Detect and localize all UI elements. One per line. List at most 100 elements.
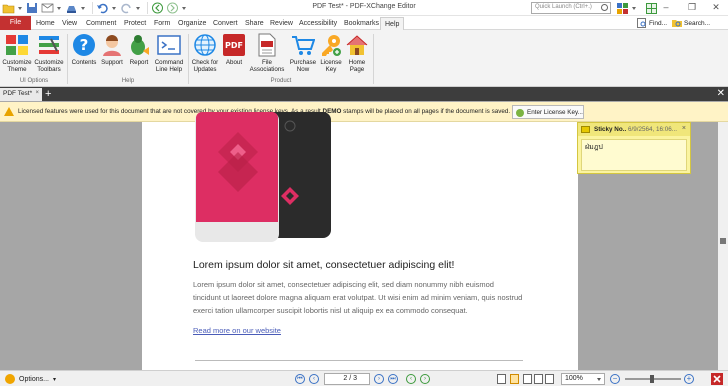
redo-icon[interactable] <box>120 2 133 14</box>
tab-protect[interactable]: Protect <box>124 17 146 30</box>
document-tab[interactable]: PDF Test* × <box>0 88 42 101</box>
facing-view-icon[interactable] <box>523 374 532 384</box>
help-contents-icon: ? <box>72 33 96 57</box>
sticky-note-close-icon[interactable]: × <box>682 125 686 132</box>
tab-comment[interactable]: Comment <box>86 17 116 30</box>
qat-customize-dropdown[interactable] <box>181 2 187 14</box>
sticky-note-popup[interactable]: Sticky No.. 6/9/2564, 16:06... × ฝ่มฎป <box>577 122 691 174</box>
scan-icon[interactable] <box>65 2 78 14</box>
quick-launch-input[interactable]: Quick Launch (Ctrl+.) <box>531 2 611 14</box>
command-line-help-button[interactable]: Command Line Help <box>153 33 185 73</box>
check-for-updates-button[interactable]: Check for Updates <box>190 33 220 73</box>
about-button[interactable]: PDF About <box>221 33 247 66</box>
tab-view[interactable]: View <box>62 17 77 30</box>
previous-view-button[interactable]: ‹ <box>406 374 416 384</box>
forward-icon[interactable] <box>166 2 179 14</box>
zoom-in-button[interactable]: + <box>684 374 694 384</box>
title-bar-tools <box>617 2 660 14</box>
report-label: Report <box>129 59 149 66</box>
open-dropdown[interactable] <box>17 2 23 14</box>
email-dropdown[interactable] <box>56 2 62 14</box>
back-icon[interactable] <box>151 2 164 14</box>
tab-home[interactable]: Home <box>36 17 55 30</box>
group-separator <box>67 34 68 84</box>
vertical-scrollbar[interactable] <box>718 122 728 370</box>
license-key-button[interactable]: License Key <box>318 33 344 73</box>
first-page-button[interactable]: ⏮ <box>295 374 305 384</box>
file-associations-icon <box>255 33 279 57</box>
redo-dropdown[interactable] <box>135 2 141 14</box>
email-icon[interactable] <box>41 2 54 14</box>
save-icon[interactable] <box>26 2 39 14</box>
previous-page-button[interactable]: ‹ <box>309 374 319 384</box>
search-button[interactable]: Search... <box>672 17 710 29</box>
tab-review[interactable]: Review <box>270 17 293 30</box>
open-folder-icon[interactable] <box>2 2 15 14</box>
ui-layout-dropdown[interactable] <box>631 2 637 14</box>
close-document-button[interactable]: ✕ <box>717 87 725 101</box>
tab-file[interactable]: File <box>0 16 31 30</box>
check-updates-label-1: Check for <box>191 59 219 66</box>
svg-text:PDF: PDF <box>225 41 243 50</box>
report-button[interactable]: Report <box>126 33 152 66</box>
new-tab-button[interactable]: + <box>45 87 51 101</box>
group-separator <box>373 34 374 84</box>
scan-dropdown[interactable] <box>80 2 86 14</box>
sticky-note-content[interactable]: ฝ่มฎป <box>581 139 687 171</box>
last-page-button[interactable]: ⏭ <box>388 374 398 384</box>
customize-toolbars-button[interactable]: Customize Toolbars <box>33 33 65 73</box>
minimize-button[interactable]: – <box>656 1 676 14</box>
tab-convert[interactable]: Convert <box>213 17 238 30</box>
tab-share[interactable]: Share <box>245 17 264 30</box>
page-number-input[interactable]: 2 / 3 <box>324 373 370 385</box>
close-window-button[interactable]: ✕ <box>706 1 726 14</box>
search-folder-icon <box>672 18 682 28</box>
file-associations-button[interactable]: File Associations <box>247 33 287 73</box>
undo-dropdown[interactable] <box>111 2 117 14</box>
customize-toolbars-label-1: Customize <box>34 59 64 66</box>
single-page-view-icon[interactable] <box>497 374 506 384</box>
home-page-button[interactable]: Home Page <box>344 33 370 73</box>
undo-icon[interactable] <box>96 2 109 14</box>
enter-license-key-button[interactable]: Enter License Key... <box>512 105 584 119</box>
customize-theme-button[interactable]: Customize Theme <box>2 33 32 73</box>
purchase-label-2: Now <box>296 66 310 73</box>
close-tab-icon[interactable]: × <box>35 90 39 96</box>
next-page-button[interactable]: › <box>374 374 384 384</box>
next-view-button[interactable]: › <box>420 374 430 384</box>
tab-organize[interactable]: Organize <box>178 17 206 30</box>
sticky-note-icon <box>581 126 590 133</box>
support-icon <box>100 33 124 57</box>
split-view-icon[interactable] <box>545 374 554 384</box>
contents-button[interactable]: ? Contents <box>69 33 99 66</box>
facing-continuous-view-icon[interactable] <box>534 374 543 384</box>
command-line-label-1: Command <box>154 59 184 66</box>
zoom-out-button[interactable]: − <box>610 374 620 384</box>
purchase-label-1: Purchase <box>289 59 317 66</box>
status-bar: Options... ▾ ⏮ ‹ 2 / 3 › ⏭ ‹ › 100% − + <box>0 370 728 386</box>
tab-accessibility[interactable]: Accessibility <box>299 17 337 30</box>
purchase-now-button[interactable]: Purchase Now <box>288 33 318 73</box>
document-view[interactable]: Lorem ipsum dolor sit amet, consectetuer… <box>0 112 728 370</box>
find-button[interactable]: Find... <box>637 17 667 29</box>
report-bug-icon <box>127 33 151 57</box>
read-more-link[interactable]: Read more on our website <box>193 326 281 335</box>
scrollbar-thumb[interactable] <box>720 238 726 244</box>
ui-layout-icon[interactable] <box>617 2 629 14</box>
restore-button[interactable]: ❐ <box>682 1 702 14</box>
zoom-slider-handle[interactable] <box>650 375 654 383</box>
sticky-note-header[interactable]: Sticky No.. 6/9/2564, 16:06... × <box>578 123 690 136</box>
svg-text:?: ? <box>80 36 89 54</box>
group-label-help: Help <box>121 78 135 84</box>
zoom-level-select[interactable]: 100% <box>561 373 605 385</box>
support-button[interactable]: Support <box>99 33 125 66</box>
options-button[interactable]: Options... ▾ <box>5 374 56 384</box>
phone-image-pink <box>195 112 279 242</box>
document-body-text: Lorem ipsum dolor sit amet, consectetuer… <box>193 280 523 315</box>
options-label: Options... <box>19 375 49 383</box>
tab-help[interactable]: Help <box>380 17 405 30</box>
continuous-view-icon[interactable] <box>510 374 519 384</box>
tab-bookmarks[interactable]: Bookmarks <box>344 17 379 30</box>
globe-icon <box>193 33 217 57</box>
tab-form[interactable]: Form <box>154 17 170 30</box>
